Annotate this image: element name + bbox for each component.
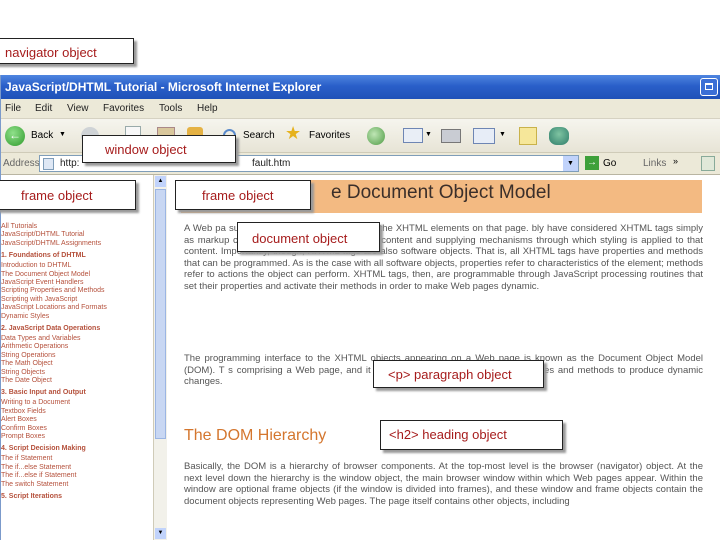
nav-link[interactable]: The Document Object Model: [1, 271, 90, 278]
paragraph-object-callout: <p> paragraph object: [373, 360, 544, 388]
navigator-object-callout: navigator object: [0, 38, 134, 64]
nav-link[interactable]: Arithmetic Operations: [1, 343, 68, 350]
nav-link[interactable]: JavaScript Locations and Formats: [1, 304, 107, 311]
mail-icon[interactable]: [403, 128, 423, 143]
nav-link[interactable]: The if...else Statement: [1, 464, 71, 471]
nav-link[interactable]: Data Types and Variables: [1, 335, 81, 342]
nav-link[interactable]: Prompt Boxes: [1, 433, 45, 440]
heading-object-callout: <h2> heading object: [380, 420, 563, 450]
menu-view[interactable]: View: [67, 103, 89, 114]
menu-favorites[interactable]: Favorites: [103, 103, 144, 114]
paragraph-object-label: <p> paragraph object: [388, 367, 512, 382]
address-url-start: http:: [60, 158, 80, 169]
frame-object-main-label: frame object: [202, 188, 274, 203]
nav-section-heading: 1. Foundations of DHTML: [1, 252, 86, 260]
frame-object-main-callout: frame object: [175, 180, 311, 210]
nav-link[interactable]: String Objects: [1, 369, 45, 376]
nav-link[interactable]: String Operations: [1, 352, 55, 359]
links-chevron-icon[interactable]: »: [673, 156, 678, 166]
nav-link[interactable]: JavaScript/DHTML Tutorial: [1, 231, 84, 238]
discuss-icon[interactable]: [519, 127, 537, 145]
back-button[interactable]: ← Back ▼: [5, 125, 66, 147]
go-label: Go: [603, 158, 617, 169]
nav-link[interactable]: Scripting with JavaScript: [1, 296, 77, 303]
menu-file[interactable]: File: [5, 103, 21, 114]
scroll-thumb[interactable]: [155, 189, 166, 439]
nav-link[interactable]: All Tutorials: [1, 223, 37, 230]
favorites-star-icon: ★: [285, 123, 302, 143]
section-heading: The DOM Hierarchy: [184, 427, 327, 444]
document-object-label: document object: [252, 231, 348, 246]
links-page-icon[interactable]: [701, 156, 715, 171]
messenger-icon[interactable]: [549, 127, 569, 145]
nav-link[interactable]: The if...else if Statement: [1, 472, 76, 479]
nav-list: All Tutorials JavaScript/DHTML Tutorial Ja…: [1, 223, 153, 540]
go-arrow-icon: →: [585, 156, 599, 170]
heading-object-label: <h2> heading object: [389, 427, 507, 442]
scroll-down-icon[interactable]: ▼: [155, 528, 166, 539]
scroll-up-icon[interactable]: ▲: [155, 176, 166, 187]
back-dropdown-icon[interactable]: ▼: [59, 131, 66, 138]
restore-button[interactable]: [700, 78, 718, 96]
page-icon: [43, 158, 54, 170]
nav-link[interactable]: Textbox Fields: [1, 408, 46, 415]
left-navigation-frame: All Tutorials JavaScript/DHTML Tutorial Ja…: [1, 175, 153, 540]
menu-help[interactable]: Help: [197, 103, 218, 114]
nav-link[interactable]: JavaScript Event Handlers: [1, 279, 83, 286]
window-title: JavaScript/DHTML Tutorial - Microsoft In…: [5, 80, 322, 94]
address-dropdown-button[interactable]: ▼: [563, 156, 578, 171]
mail-dropdown-icon[interactable]: ▼: [425, 131, 432, 138]
frame-object-left-label: frame object: [21, 188, 93, 203]
nav-section-heading: 3. Basic Input and Output: [1, 389, 86, 397]
address-url-end: fault.htm: [252, 158, 291, 169]
nav-link[interactable]: The Date Object: [1, 377, 52, 384]
title-bar: JavaScript/DHTML Tutorial - Microsoft In…: [1, 75, 720, 99]
page-heading: e Document Object Model: [331, 182, 551, 203]
restore-icon: [705, 83, 713, 90]
menu-bar: File Edit View Favorites Tools Help: [1, 99, 720, 119]
back-arrow-glyph: ←: [9, 128, 21, 142]
window-object-callout: window object: [82, 135, 236, 163]
nav-section-heading: 5. Script Iterations: [1, 493, 63, 500]
window-object-label: window object: [105, 142, 187, 157]
back-label: Back: [31, 130, 54, 141]
nav-link[interactable]: Introduction to DHTML: [1, 262, 71, 269]
nav-link[interactable]: Scripting Properties and Methods: [1, 287, 105, 294]
menu-edit[interactable]: Edit: [35, 103, 52, 114]
search-label: Search: [243, 130, 275, 141]
nav-link[interactable]: Confirm Boxes: [1, 425, 47, 432]
navigator-object-label: navigator object: [5, 45, 97, 60]
frame-object-left-callout: frame object: [0, 180, 136, 210]
paragraph-3: Basically, the DOM is a hierarchy of bro…: [184, 461, 703, 507]
nav-section-heading: 2. JavaScript Data Operations: [1, 325, 101, 332]
nav-link[interactable]: Alert Boxes: [1, 416, 37, 423]
go-button[interactable]: → Go: [585, 156, 625, 172]
edit-dropdown-icon[interactable]: ▼: [499, 131, 506, 138]
favorites-button[interactable]: ★ Favorites: [285, 123, 359, 147]
nav-link[interactable]: The Math Object: [1, 360, 53, 367]
nav-link[interactable]: The switch Statement: [1, 481, 68, 488]
nav-link[interactable]: JavaScript/DHTML Assignments: [1, 240, 101, 247]
document-object-callout: document object: [237, 222, 380, 252]
left-frame-scrollbar[interactable]: ▲ ▼: [153, 175, 167, 540]
links-label[interactable]: Links: [643, 158, 666, 169]
nav-section-heading: 4. Script Decision Making: [1, 445, 86, 453]
menu-tools[interactable]: Tools: [159, 103, 182, 114]
address-label: Address: [3, 158, 40, 169]
print-icon[interactable]: [441, 129, 461, 143]
history-icon[interactable]: [367, 127, 385, 145]
nav-link[interactable]: Dynamic Styles: [1, 313, 49, 320]
nav-link[interactable]: The if Statement: [1, 455, 52, 462]
edit-icon[interactable]: [473, 128, 495, 144]
nav-link[interactable]: Writing to a Document: [1, 399, 70, 406]
favorites-label: Favorites: [309, 130, 351, 141]
